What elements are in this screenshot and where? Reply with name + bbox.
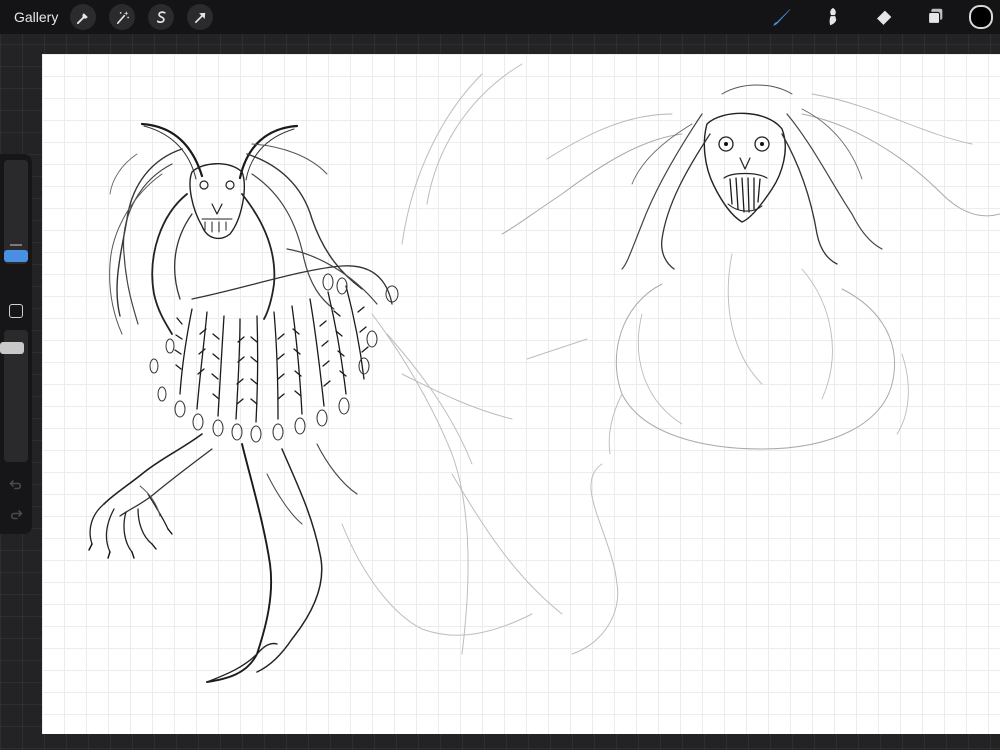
right-tool-group bbox=[746, 0, 1000, 34]
opacity-thumb[interactable] bbox=[0, 342, 24, 354]
selection-s-icon bbox=[156, 10, 166, 23]
layers-icon bbox=[928, 8, 943, 24]
size-indicator-line bbox=[10, 244, 22, 246]
adjustments-button[interactable] bbox=[109, 4, 136, 30]
eraser-tool-button[interactable] bbox=[869, 2, 899, 32]
top-toolbar: Gallery bbox=[0, 0, 1000, 34]
sketch-artwork bbox=[88, 63, 1000, 683]
brush-tool-button[interactable] bbox=[767, 2, 797, 32]
redo-icon[interactable] bbox=[8, 506, 24, 522]
construction-lines bbox=[341, 63, 619, 655]
gallery-button[interactable]: Gallery bbox=[14, 9, 58, 25]
layers-button[interactable] bbox=[920, 2, 950, 32]
selection-button[interactable] bbox=[148, 4, 175, 30]
modify-button[interactable] bbox=[9, 304, 23, 318]
feather-skirt bbox=[174, 285, 369, 423]
color-picker-button[interactable] bbox=[969, 5, 993, 29]
creature-sketch-left bbox=[88, 122, 399, 683]
transform-button[interactable] bbox=[187, 4, 214, 30]
procreate-app: Gallery bbox=[0, 0, 1000, 750]
undo-icon[interactable] bbox=[8, 476, 24, 492]
eraser-icon bbox=[876, 10, 892, 26]
smudge-icon bbox=[829, 7, 837, 26]
drawing-canvas[interactable] bbox=[42, 54, 1000, 734]
left-sidebar bbox=[0, 154, 32, 534]
wrench-icon bbox=[76, 12, 88, 24]
magic-wand-icon bbox=[116, 10, 129, 24]
brush-size-thumb[interactable] bbox=[4, 250, 28, 262]
arrow-cursor-icon bbox=[194, 12, 206, 23]
brush-size-slider[interactable] bbox=[4, 160, 28, 264]
smudge-tool-button[interactable] bbox=[818, 2, 848, 32]
brush-icon bbox=[773, 9, 791, 26]
creature-sketch-right bbox=[501, 84, 1000, 455]
actions-button[interactable] bbox=[70, 4, 97, 30]
